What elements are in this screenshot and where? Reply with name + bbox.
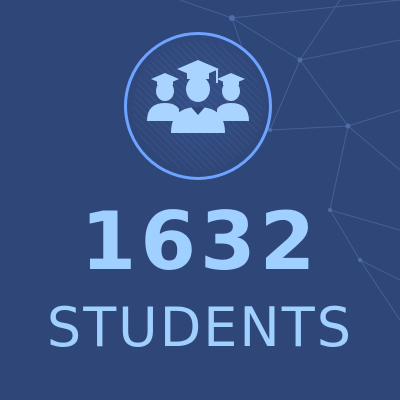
students-icon-badge bbox=[124, 32, 272, 180]
students-label: STUDENTS bbox=[46, 296, 354, 359]
student-count: 1632 bbox=[80, 195, 320, 288]
graduates-group-icon bbox=[147, 60, 249, 133]
